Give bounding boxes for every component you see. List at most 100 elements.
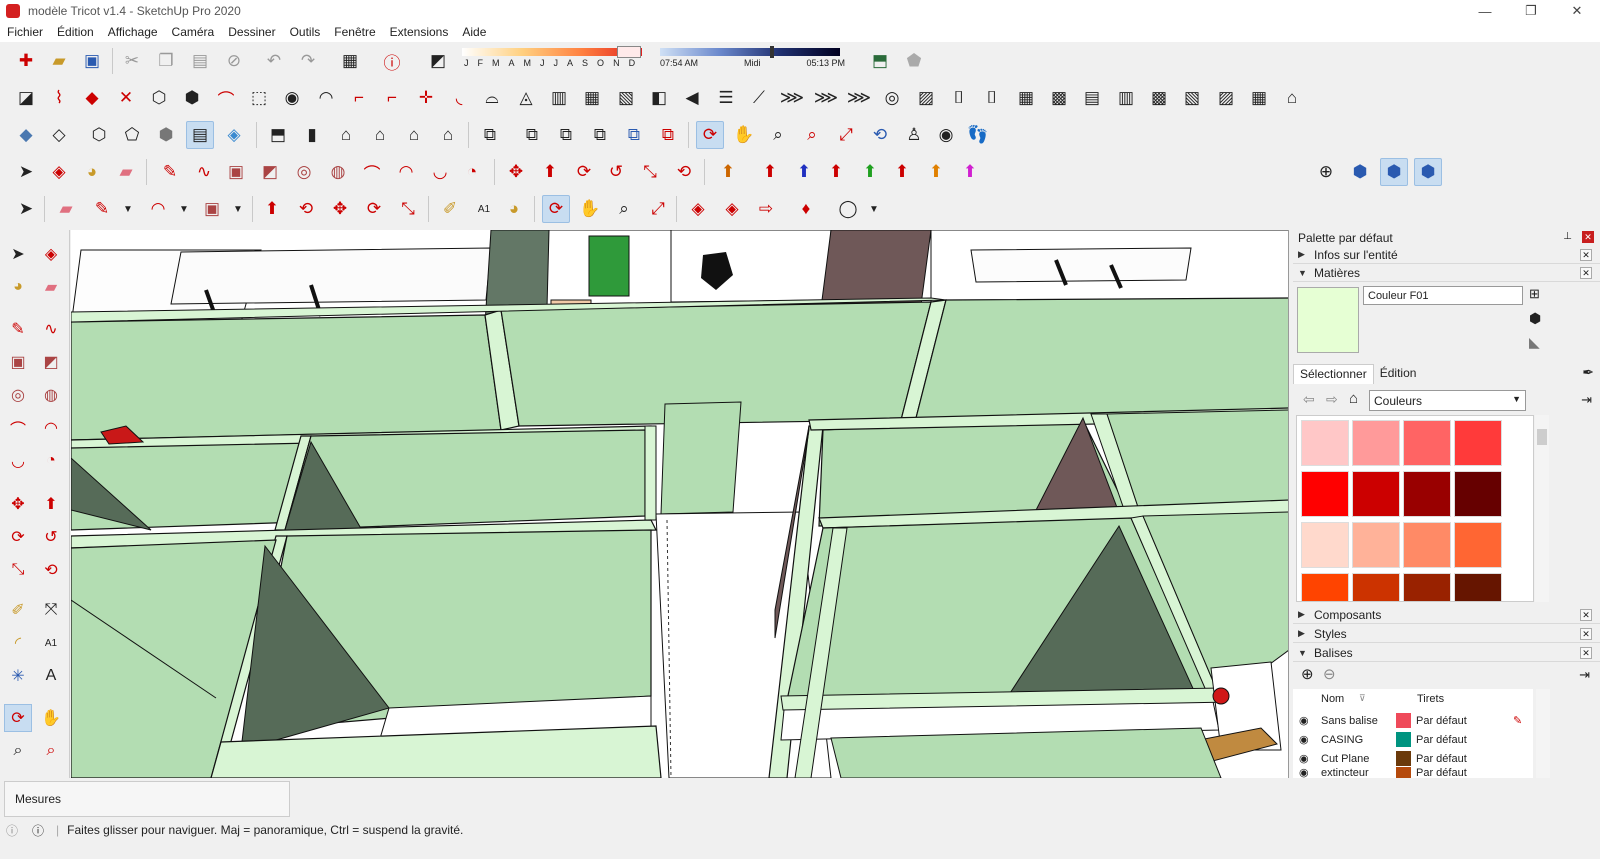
pan-2-icon[interactable]: ✋	[37, 704, 65, 732]
menu-dessiner[interactable]: Dessiner	[221, 25, 282, 39]
pushpull-2-icon[interactable]: ⬆	[37, 490, 65, 518]
make-component-icon[interactable]: ◈	[45, 158, 73, 186]
back-edges-icon[interactable]: ◇	[45, 121, 73, 149]
intersect-icon[interactable]: ✕	[112, 84, 140, 112]
top-view-icon[interactable]: ▮	[298, 121, 326, 149]
pie-icon[interactable]: ◔	[458, 158, 486, 186]
color-swatch[interactable]	[1301, 573, 1349, 601]
redo-icon[interactable]: ↷	[294, 47, 322, 75]
push-pull-tool-icon[interactable]: ⬆	[258, 195, 286, 223]
rectangle-tool-icon[interactable]: ▣	[198, 195, 226, 223]
arc-4-icon[interactable]: ◡	[4, 447, 32, 475]
rotate-2-icon[interactable]: ⟳	[4, 523, 32, 551]
menu-extensions[interactable]: Extensions	[383, 25, 456, 39]
tag-row[interactable]: ◉ Cut Plane Par défaut	[1293, 749, 1533, 768]
previous-view-icon[interactable]: ⟲	[866, 121, 894, 149]
layers-5-icon[interactable]: ⧉	[654, 121, 682, 149]
color-swatch[interactable]	[1454, 573, 1502, 601]
polygon-icon[interactable]: ◍	[324, 158, 352, 186]
pan-icon[interactable]: ✋	[730, 121, 758, 149]
pencil-icon[interactable]: ✎	[156, 158, 184, 186]
rotated-rect-icon[interactable]: ◩	[256, 158, 284, 186]
left-view-icon[interactable]: ⌂	[434, 121, 462, 149]
push-pull-icon[interactable]: ⬆	[536, 158, 564, 186]
tag-color[interactable]	[1396, 751, 1411, 766]
minimize-button[interactable]: —	[1462, 0, 1508, 22]
iso-view-icon[interactable]: ⬒	[264, 121, 292, 149]
axis-blue-icon[interactable]: ⬆	[790, 158, 818, 186]
color-swatch[interactable]	[1403, 471, 1451, 517]
default-material-icon[interactable]: ⬢	[1529, 310, 1541, 327]
shadow-time-slider[interactable]	[660, 48, 840, 56]
arc-icon[interactable]: ⌒	[358, 158, 386, 186]
home-icon[interactable]: ⌂	[1349, 390, 1358, 407]
front-view-icon[interactable]: ⌂	[332, 121, 360, 149]
axis-move-icon[interactable]: ⬆	[714, 158, 742, 186]
close-section-icon[interactable]: ✕	[1580, 647, 1592, 659]
rotate-tool-icon[interactable]: ⟳	[360, 195, 388, 223]
axis-red-icon[interactable]: ⬆	[756, 158, 784, 186]
section-tags[interactable]: ▼ Balises ✕	[1293, 644, 1600, 662]
sphere-icon[interactable]: ◉	[278, 84, 306, 112]
right-view-icon[interactable]: ⌂	[366, 121, 394, 149]
close-section-icon[interactable]: ✕	[1580, 609, 1592, 621]
ramp-icon[interactable]: ⋙	[778, 84, 806, 112]
wireframe-icon[interactable]: ⬡	[85, 121, 113, 149]
measurements-box[interactable]: Mesures	[4, 781, 290, 817]
model-info-icon[interactable]: ⓘ	[378, 47, 406, 75]
stair-3-icon[interactable]: ⌷	[978, 84, 1006, 112]
grid-4-icon[interactable]: ▥	[1112, 84, 1140, 112]
zoom-2-icon[interactable]: ⌕	[4, 737, 32, 765]
tag-row[interactable]: ◉ Sans balise Par défaut ✎	[1293, 711, 1533, 730]
undo-icon[interactable]: ↶	[260, 47, 288, 75]
tag-color[interactable]	[1396, 767, 1411, 778]
arc-tool-icon[interactable]: ◠	[312, 84, 340, 112]
tags-scrollbar[interactable]	[1536, 689, 1550, 778]
color-swatch[interactable]	[1454, 471, 1502, 517]
restore-button[interactable]: ❐	[1508, 0, 1554, 22]
menu-edition[interactable]: Édition	[50, 25, 101, 39]
rotated-rectangle-icon[interactable]: ◩	[37, 348, 65, 376]
orbit-2-icon[interactable]: ⟳	[4, 704, 32, 732]
stair-icon[interactable]: ☰	[712, 84, 740, 112]
eye-icon[interactable]: ◉	[1299, 767, 1309, 778]
color-swatch[interactable]	[1301, 522, 1349, 568]
eye-icon[interactable]: ◉	[1299, 733, 1309, 746]
arc-tool-2-icon[interactable]: ◠	[144, 195, 172, 223]
polygon-2-icon[interactable]: ◍	[37, 381, 65, 409]
paint-bucket-icon[interactable]: ◕	[78, 158, 106, 186]
menu-fenetre[interactable]: Fenêtre	[327, 25, 382, 39]
tag-row[interactable]: ◉ CASING Par défaut	[1293, 730, 1533, 749]
menu-camera[interactable]: Caméra	[165, 25, 222, 39]
eraser-tool-icon[interactable]: ▰	[52, 195, 80, 223]
geo-status-icon[interactable]: ⓘ	[6, 822, 18, 839]
followme-2-icon[interactable]: ↺	[37, 523, 65, 551]
erase-selection-icon[interactable]: ⊘	[220, 47, 248, 75]
color-swatch[interactable]	[1352, 471, 1400, 517]
arch-icon[interactable]: ⌓	[478, 84, 506, 112]
offset-2-icon[interactable]: ⟲	[37, 556, 65, 584]
axis-x-icon[interactable]: ⬆	[922, 158, 950, 186]
move-2-icon[interactable]: ✥	[4, 490, 32, 518]
solid-union-icon[interactable]: ⬢	[178, 84, 206, 112]
save-icon[interactable]: ▣	[78, 47, 106, 75]
paint-tool-icon[interactable]: ◕	[500, 195, 528, 223]
follow-me-icon[interactable]: ↺	[602, 158, 630, 186]
section-plane-icon[interactable]: ⬢	[1346, 158, 1374, 186]
new-file-icon[interactable]: ✚	[12, 47, 40, 75]
color-swatch[interactable]	[1352, 420, 1400, 466]
cut-icon[interactable]: ✂	[118, 47, 146, 75]
line-icon[interactable]: ✎	[4, 315, 32, 343]
scale-tool-icon[interactable]: ⤡	[394, 195, 422, 223]
select-arrow-icon[interactable]: ➤	[12, 158, 40, 186]
arc-3-icon[interactable]: ◠	[37, 414, 65, 442]
zoom-extents-tool-icon[interactable]: ⤢	[644, 195, 672, 223]
filter-icon[interactable]: ⊽	[1359, 693, 1366, 704]
zoom-window-2-icon[interactable]: ⌕	[37, 737, 65, 765]
look-around-icon[interactable]: ◉	[932, 121, 960, 149]
hidden-line-icon[interactable]: ⬠	[118, 121, 146, 149]
color-swatch[interactable]	[1352, 522, 1400, 568]
eye-icon[interactable]: ◉	[1299, 714, 1309, 727]
shaded-textures-icon[interactable]: ▤	[186, 121, 214, 149]
offset-tool-icon[interactable]: ⟲	[292, 195, 320, 223]
